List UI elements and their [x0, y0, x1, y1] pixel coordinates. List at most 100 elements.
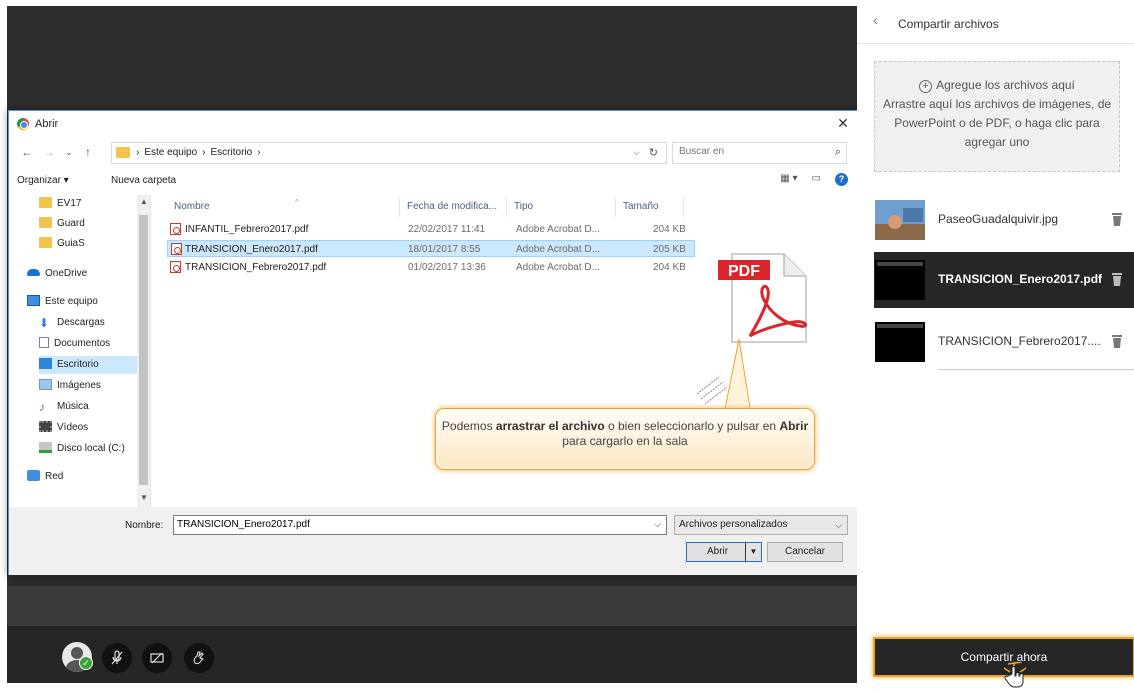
nav-item-documentos[interactable]: Documentos [39, 335, 110, 353]
download-icon: ⬇ [39, 316, 50, 330]
trash-icon[interactable] [1111, 212, 1123, 226]
instruction-callout: Podemos arrastrar el archivo o bien sele… [435, 408, 815, 470]
shared-file-name: TRANSICION_Febrero2017.... [938, 334, 1101, 348]
nav-item-videos[interactable]: Vídeos [39, 419, 88, 437]
camera-off-icon[interactable] [142, 643, 172, 673]
nav-item-label: GuiaS [57, 238, 85, 249]
recent-dropdown-icon[interactable]: ⌄ [65, 147, 73, 158]
add-circle-icon: + [919, 80, 933, 93]
file-size: 204 KB [653, 262, 686, 273]
computer-icon [27, 295, 40, 306]
nav-item-ev17[interactable]: EV17 [39, 195, 81, 213]
nav-item-descargas[interactable]: ⬇ Descargas [39, 314, 105, 332]
panel-header: ‹ Compartir archivos [857, 0, 1134, 44]
file-row[interactable]: INFANTIL_Febrero2017.pdf 22/02/2017 11:4… [167, 221, 695, 238]
open-button[interactable]: Abrir ▼ [686, 542, 762, 562]
chevron-left-icon[interactable]: ‹ [873, 12, 878, 29]
dropzone-title: Agregue los archivos aquí [936, 78, 1075, 92]
shared-file-item[interactable]: TRANSICION_Febrero2017.... [874, 314, 1134, 370]
refresh-icon[interactable]: ↻ [649, 146, 658, 159]
column-name[interactable]: ^ Nombre [167, 197, 400, 217]
nav-item-label: Documentos [54, 338, 111, 349]
nav-item-red[interactable]: Red [27, 468, 63, 486]
shared-file-item-selected[interactable]: TRANSICION_Enero2017.pdf [874, 252, 1134, 308]
trash-icon[interactable] [1111, 334, 1123, 348]
scroll-down-icon[interactable]: ▼ [140, 493, 148, 502]
help-icon[interactable]: ? [835, 173, 848, 186]
nav-item-guias[interactable]: GuiaS [39, 235, 85, 253]
nav-item-musica[interactable]: ♪ Música [39, 398, 89, 416]
breadcrumb-item[interactable]: Escritorio [211, 147, 253, 158]
file-row-selected[interactable]: TRANSICION_Enero2017.pdf 18/01/2017 8:55… [167, 240, 695, 257]
filetype-value: Archivos personalizados [679, 519, 788, 530]
file-date: 18/01/2017 8:55 [408, 244, 481, 255]
session-toolbar [7, 626, 857, 683]
breadcrumb-item[interactable]: Este equipo [144, 147, 197, 158]
nav-item-label: Red [45, 471, 64, 482]
callout-tail [696, 339, 752, 414]
pictures-icon [39, 379, 52, 390]
music-icon: ♪ [39, 400, 45, 414]
close-icon[interactable]: ✕ [834, 114, 852, 132]
folder-icon [39, 217, 52, 228]
forward-arrow-icon[interactable]: → [43, 145, 55, 159]
file-type: Adobe Acrobat D... [516, 244, 600, 255]
search-input[interactable] [679, 146, 819, 157]
chevron-down-icon: ⌵ [835, 520, 842, 530]
column-size[interactable]: Tamaño [616, 197, 684, 217]
file-thumbnail [875, 322, 925, 362]
up-arrow-icon[interactable]: ↑ [85, 145, 91, 159]
nav-item-disco-local[interactable]: Disco local (C:) [39, 440, 125, 458]
callout-bold: arrastrar el archivo [495, 419, 605, 433]
nav-item-escritorio[interactable]: Escritorio [39, 356, 137, 374]
chevron-down-icon[interactable]: ⌵ [633, 147, 640, 158]
callout-bold: Abrir [779, 419, 809, 433]
open-button-label: Abrir [707, 546, 729, 557]
folder-icon [39, 197, 52, 208]
pdf-file-icon [170, 223, 181, 235]
file-size: 205 KB [653, 244, 686, 255]
column-label: Nombre [174, 201, 210, 212]
scroll-up-icon[interactable]: ▲ [140, 197, 148, 206]
nav-item-onedrive[interactable]: OneDrive [27, 265, 87, 283]
column-date[interactable]: Fecha de modifica... [400, 197, 507, 217]
nav-item-label: OneDrive [45, 268, 88, 279]
raise-hand-icon[interactable] [184, 643, 214, 673]
breadcrumb: › Este equipo › Escritorio › [136, 147, 261, 158]
nav-item-label: Imágenes [57, 380, 101, 391]
microphone-muted-icon[interactable] [102, 643, 132, 673]
file-thumbnail [875, 200, 925, 240]
organize-menu[interactable]: Organizar ▾ [17, 175, 69, 186]
back-arrow-icon[interactable]: ← [21, 145, 33, 159]
file-name: TRANSICION_Febrero2017.pdf [185, 262, 327, 273]
dropzone-text: Arrastre aquí los archivos de imágenes, … [882, 97, 1112, 149]
view-options-icon[interactable]: ▦ ▾ [780, 173, 797, 186]
shared-file-item[interactable]: PaseoGuadalquivir.jpg [874, 192, 1134, 248]
search-box[interactable]: ⌕ [672, 142, 847, 164]
nav-item-label: Descargas [57, 317, 105, 328]
chevron-down-icon[interactable]: ⌵ [654, 519, 661, 530]
list-divider [938, 369, 1134, 370]
videos-icon [39, 421, 52, 432]
nav-item-imagenes[interactable]: Imágenes [39, 377, 101, 395]
nav-item-este-equipo[interactable]: Este equipo [27, 293, 98, 311]
preview-pane-icon[interactable]: ▭ [812, 173, 821, 186]
shared-file-name: PaseoGuadalquivir.jpg [938, 212, 1059, 226]
column-type[interactable]: Tipo [507, 197, 616, 217]
nav-scrollbar[interactable]: ▲ ▼ [137, 195, 150, 507]
filetype-select[interactable]: Archivos personalizados ⌵ [674, 515, 848, 535]
open-options-dropdown[interactable]: ▼ [745, 543, 761, 561]
nav-item-label: Este equipo [45, 296, 98, 307]
nav-item-guard[interactable]: Guard [39, 215, 85, 233]
scroll-thumb[interactable] [139, 215, 148, 485]
filename-field[interactable]: ⌵ [173, 515, 667, 535]
file-row[interactable]: TRANSICION_Febrero2017.pdf 01/02/2017 13… [167, 259, 695, 276]
file-dropzone[interactable]: + Agregue los archivos aquí Arrastre aquí… [874, 61, 1120, 172]
trash-icon[interactable] [1111, 272, 1123, 286]
file-name: INFANTIL_Febrero2017.pdf [185, 224, 309, 235]
address-bar[interactable]: › Este equipo › Escritorio › ⌵ ↻ [111, 142, 667, 164]
address-row: ← → ⌄ ↑ ›Este equipo›Escritorio› ⌵ ↻ ⌕ [9, 141, 858, 165]
cancel-button[interactable]: Cancelar [767, 542, 843, 562]
filename-input[interactable] [177, 519, 637, 530]
new-folder-button[interactable]: Nueva carpeta [111, 175, 176, 186]
